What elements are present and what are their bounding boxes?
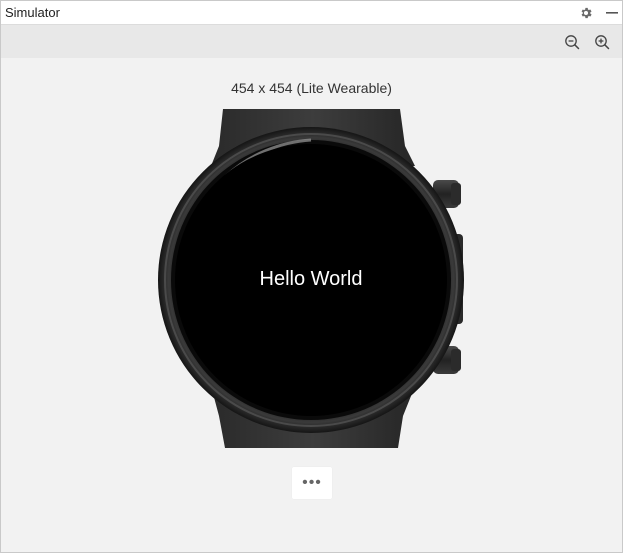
toolbar [1, 25, 622, 58]
settings-button[interactable] [577, 4, 595, 22]
minimize-button[interactable] [603, 4, 621, 22]
device-resolution-label: 454 x 454 (Lite Wearable) [231, 80, 392, 96]
zoom-out-button[interactable] [563, 33, 581, 51]
window-title: Simulator [5, 5, 60, 20]
zoom-in-button[interactable] [593, 33, 611, 51]
gear-icon [581, 7, 592, 19]
more-options-button[interactable]: ••• [292, 467, 332, 499]
minimize-icon [606, 12, 618, 14]
screen-hello-text: Hello World [259, 268, 363, 290]
zoom-out-icon [565, 35, 580, 50]
simulator-window: Simulator 454 x 454 (Lite Wearable) Hell… [0, 0, 623, 553]
zoom-in-icon [595, 35, 610, 50]
ellipsis-icon: ••• [302, 474, 322, 491]
simulator-stage: 454 x 454 (Lite Wearable) Hello World ••… [1, 58, 622, 552]
title-bar: Simulator [1, 1, 622, 25]
